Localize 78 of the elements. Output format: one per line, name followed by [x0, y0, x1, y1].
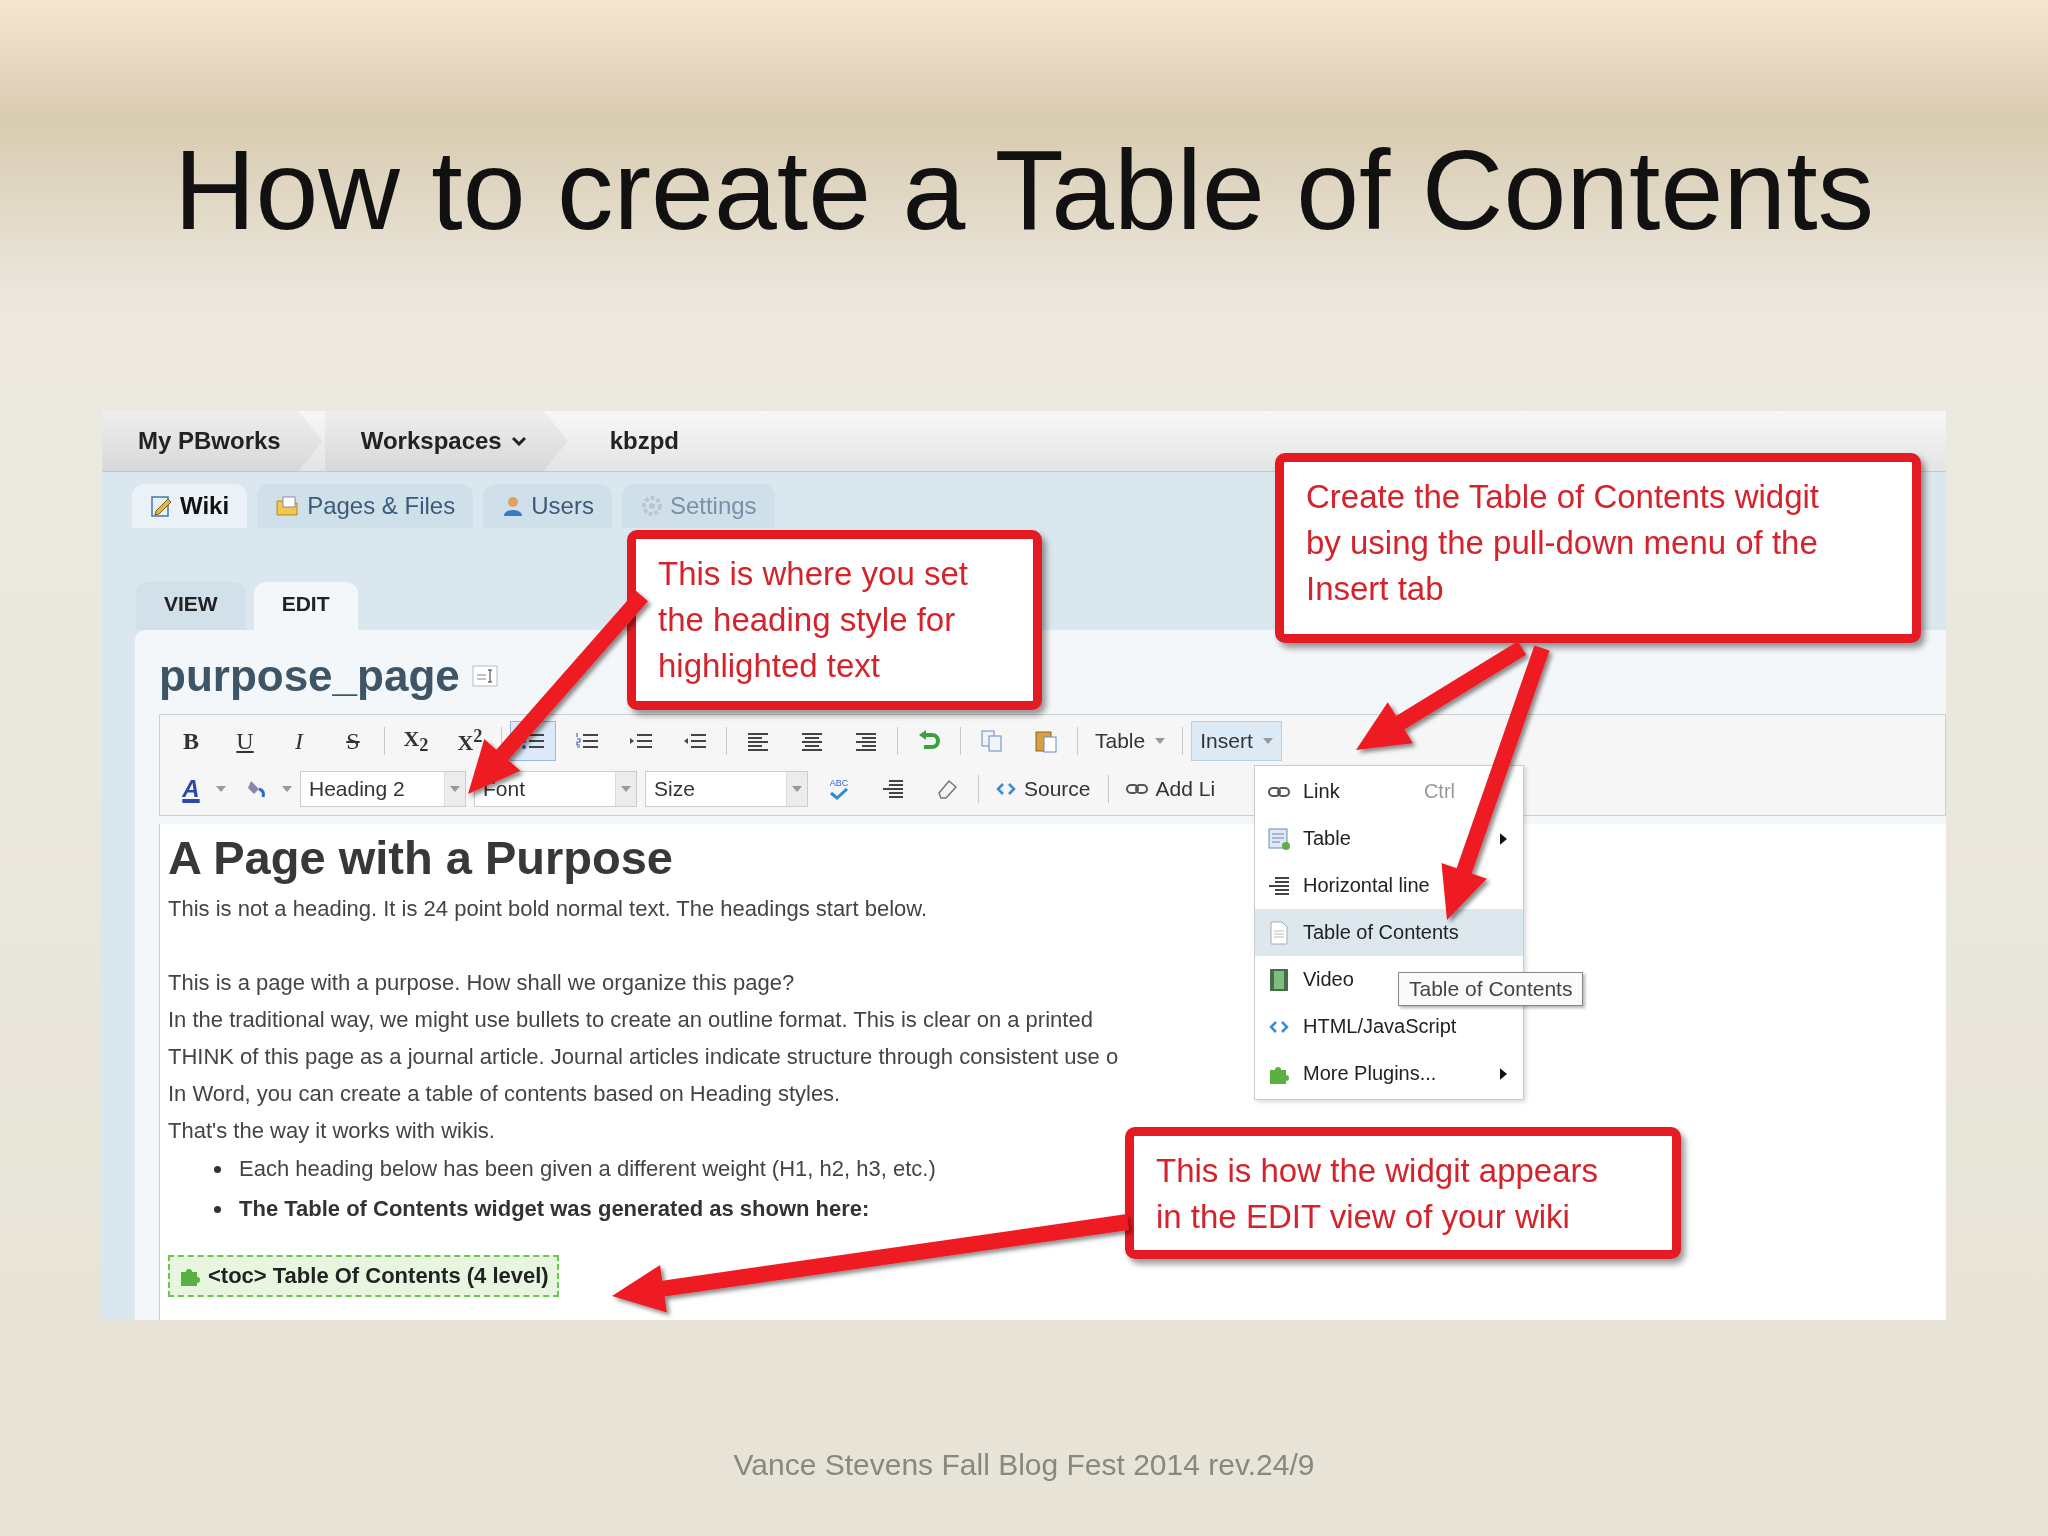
bullet-text: The Table of Contents widget was generated as shown here: — [239, 1196, 870, 1222]
format-button[interactable]: B — [168, 721, 214, 761]
source-button[interactable]: Source — [987, 769, 1100, 809]
body-text: In the traditional way, we might use bullets to create an outline format. This is clear on a printed — [168, 1006, 1093, 1034]
rename-icon[interactable] — [471, 665, 498, 687]
copy-icon — [980, 729, 1004, 753]
horizontal-line-icon — [881, 778, 905, 800]
mode-tab[interactable]: VIEW — [136, 582, 246, 630]
slide-footer: Vance Stevens Fall Blog Fest 2014 rev.24/9 — [733, 1448, 1315, 1482]
bullet-dot — [214, 1165, 221, 1173]
table-dropdown[interactable]: Table — [1086, 721, 1175, 761]
menu-item[interactable]: Link Ctrl — [1255, 768, 1523, 815]
page-pencil-icon — [150, 494, 174, 518]
format-button[interactable]: I — [276, 721, 322, 761]
gear-icon — [639, 494, 664, 518]
chevron-down-icon — [511, 436, 526, 446]
checkmark-icon — [829, 788, 849, 800]
format-button[interactable]: S — [330, 721, 376, 761]
breadcrumb-item[interactable]: Workspaces — [324, 411, 568, 471]
body-text: THINK of this page as a journal article. Journal articles indicate structure through consistent use o — [168, 1043, 1119, 1071]
submenu-arrow-icon — [1500, 1067, 1507, 1080]
submenu-arrow-icon — [1500, 832, 1507, 845]
horizontal-line-icon — [1267, 874, 1291, 897]
style-select[interactable]: Heading 2 — [300, 771, 466, 807]
caret-icon — [621, 786, 631, 792]
chain-link-icon — [1268, 785, 1290, 798]
caret-icon[interactable] — [216, 786, 226, 792]
caret-icon — [792, 786, 802, 792]
eraser-icon — [935, 777, 959, 801]
numbered-list-icon — [575, 731, 599, 751]
format-button[interactable]: X$_{2}$ — [393, 721, 439, 761]
caret-icon — [1262, 738, 1273, 744]
nav-tab[interactable]: Users — [483, 484, 612, 528]
paste-icon — [1034, 729, 1058, 753]
body-text: This is a page with a purpose. How shall we organize this page? — [168, 969, 795, 997]
nav-tab[interactable]: Pages & Files — [257, 484, 474, 528]
toc-widget[interactable]: <toc> Table Of Contents (4 level) — [168, 1255, 559, 1297]
caret-icon — [1155, 738, 1166, 744]
size-select[interactable]: Size — [645, 771, 808, 807]
bullet-dot — [214, 1205, 221, 1213]
callout-box: This is how the widgit appears in the EDIT view of your wiki — [1125, 1127, 1681, 1259]
tooltip: Table of Contents — [1398, 972, 1584, 1006]
menu-item[interactable]: HTML/JavaScript — [1255, 1003, 1523, 1050]
font-color-button[interactable]: A — [168, 769, 214, 809]
align-center-icon — [800, 731, 824, 751]
body-text: This is not a heading. It is 24 point bold normal text. The headings start below. — [168, 895, 928, 923]
slide-title: How to create a Table of Contents — [173, 128, 1875, 252]
caret-icon — [450, 786, 460, 792]
menu-item[interactable]: Horizontal line — [1255, 862, 1523, 909]
callout-box: This is where you set the heading style for highlighted text — [627, 530, 1042, 710]
content-heading: A Page with a Purpose — [168, 830, 673, 886]
body-text: In Word, you can create a table of contents based on Heading styles. — [168, 1080, 841, 1108]
breadcrumb-item[interactable]: My PBworks — [102, 411, 323, 471]
callout-box: Create the Table of Contents widgit by using the pull-down menu of the Insert tab — [1275, 453, 1921, 643]
body-text: That's the way it works with wikis. — [168, 1117, 495, 1145]
caret-icon[interactable] — [282, 786, 292, 792]
chain-link-icon — [1125, 783, 1148, 795]
nav-tab[interactable]: Wiki — [132, 484, 248, 528]
add-link-button[interactable]: Add Li — [1116, 769, 1225, 809]
indent-icon — [683, 731, 707, 751]
spellcheck-button[interactable]: ABC — [816, 769, 862, 809]
align-right-icon — [854, 731, 878, 751]
outdent-icon — [629, 731, 653, 751]
table-add-icon — [1267, 826, 1291, 851]
format-button[interactable]: X$^{2}$ — [447, 721, 493, 761]
mode-tab[interactable]: EDIT — [253, 582, 358, 630]
align-left-icon — [746, 731, 770, 751]
film-strip-icon — [1269, 967, 1289, 992]
bullet-text: Each heading below has been given a different weight (H1, h2, h3, etc.) — [239, 1156, 936, 1182]
breadcrumb-item[interactable]: kbzpd — [569, 411, 721, 471]
page-title: purpose_page — [159, 651, 460, 701]
code-brackets-icon — [996, 782, 1016, 796]
document-icon — [1267, 920, 1291, 945]
insert-dropdown[interactable]: Insert — [1191, 721, 1282, 761]
menu-item[interactable]: More Plugins... — [1255, 1050, 1523, 1097]
code-brackets-icon — [1269, 1019, 1289, 1034]
format-button[interactable]: U — [222, 721, 268, 761]
menu-item[interactable]: Table of Contents — [1255, 909, 1523, 956]
